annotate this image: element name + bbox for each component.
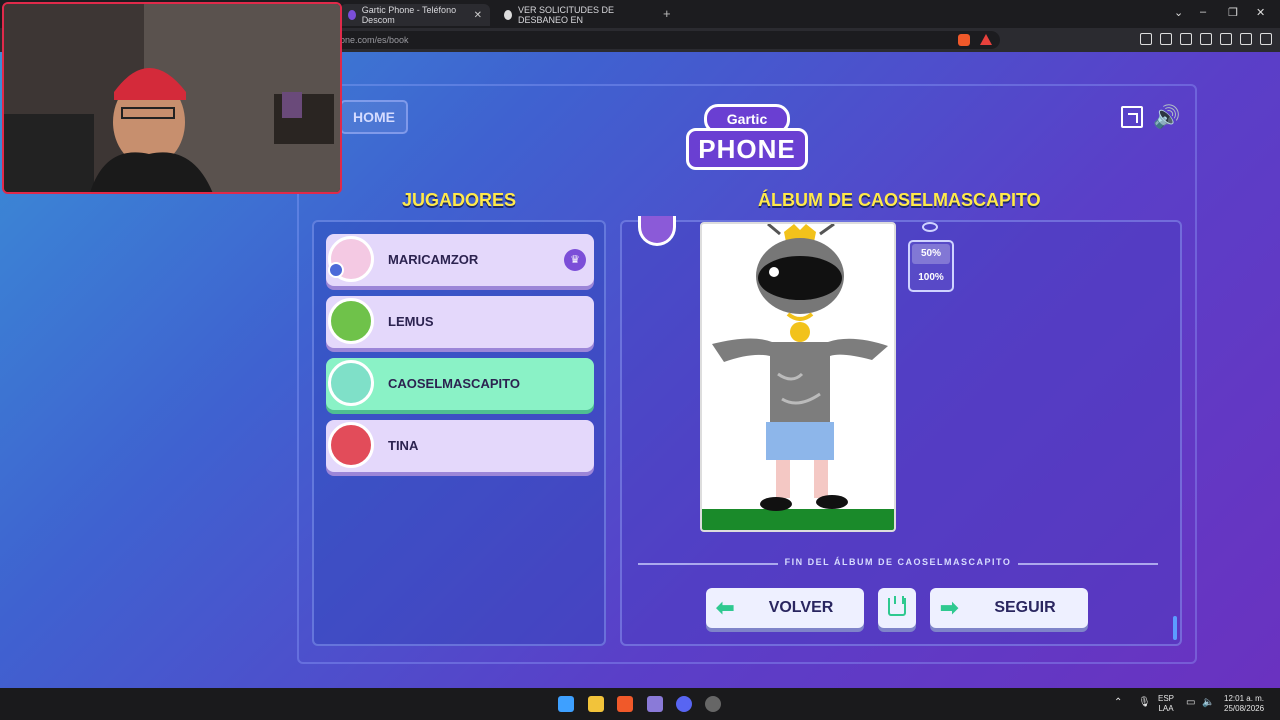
wallet-icon[interactable]	[1200, 33, 1212, 45]
webcam-feed	[4, 4, 340, 192]
players-panel: MARICAMZOR ♛ LEMUS CAOSELMASCAPITO TINA	[312, 220, 606, 646]
player-card-lemus[interactable]: LEMUS	[326, 296, 594, 348]
album-title: ÁLBUM DE CAOSELMASCAPITO	[758, 190, 1041, 210]
zoom-50-option[interactable]: 50%	[912, 244, 950, 264]
tab-label: Gartic Phone - Teléfono Descom	[361, 5, 457, 25]
brave-rewards-icon[interactable]	[980, 34, 992, 45]
player-name: TINA	[388, 438, 419, 453]
drawing-illustration	[702, 224, 894, 530]
chevron-down-icon[interactable]: ⌄	[1174, 6, 1183, 19]
language-indicator[interactable]: ESP LAA	[1158, 694, 1174, 714]
divider	[1018, 563, 1158, 565]
gartic-phone-logo: Gartic PHONE	[686, 98, 808, 174]
player-name: MARICAMZOR	[388, 252, 479, 267]
player-name: LEMUS	[388, 314, 434, 329]
discord-icon[interactable]	[676, 696, 692, 712]
album-end-text: FIN DEL ÁLBUM DE CAOSELMASCAPITO	[784, 557, 1012, 567]
extensions-icon[interactable]	[1140, 33, 1152, 45]
webcam-overlay	[2, 2, 342, 194]
sidebar-icon[interactable]	[1180, 33, 1192, 45]
eye-icon[interactable]	[922, 222, 938, 232]
brave-shields-icon[interactable]	[958, 34, 970, 46]
minimize-icon[interactable]: –	[1200, 6, 1206, 18]
zoom-selector: 50% 100%	[908, 240, 954, 292]
extensions-toolbar	[1140, 33, 1272, 45]
player-card-maricamzor[interactable]: MARICAMZOR ♛	[326, 234, 594, 286]
url-field[interactable]: one.com/es/book	[320, 31, 1000, 49]
network-icon[interactable]: ▭	[1186, 698, 1195, 708]
back-label: VOLVER	[768, 599, 834, 616]
arrow-left-icon: ⬅	[716, 595, 735, 620]
clock[interactable]: 12:01 a. m. 25/08/2026	[1224, 694, 1264, 714]
player-card-tina[interactable]: TINA	[326, 420, 594, 472]
back-button[interactable]: ⬅ VOLVER	[706, 588, 864, 628]
windows-taskbar: ⌃ 🎙 ESP LAA ▭ 🔈 12:01 a. m. 25/08/2026	[0, 688, 1280, 720]
sound-icon[interactable]: 🔊	[1153, 104, 1183, 130]
avatar	[328, 422, 374, 468]
vpn-icon[interactable]	[1240, 33, 1252, 45]
player-card-caoselmascapito[interactable]: CAOSELMASCAPITO	[326, 358, 594, 410]
game-controller-icon[interactable]	[647, 696, 663, 712]
next-button[interactable]: ➡ SEGUIR	[930, 588, 1088, 628]
fullscreen-icon[interactable]	[1121, 106, 1143, 128]
window-close-icon[interactable]: ✕	[1256, 6, 1265, 19]
start-icon[interactable]	[558, 696, 574, 712]
google-favicon-icon	[504, 10, 512, 20]
chevron-up-icon[interactable]: ⌃	[1114, 698, 1122, 708]
microphone-icon[interactable]: 🎙	[1138, 698, 1151, 708]
download-icon	[888, 596, 906, 616]
file-explorer-icon[interactable]	[588, 696, 604, 712]
download-button[interactable]	[878, 588, 916, 628]
tab-label: VER SOLICITUDES DE DESBANEO EN	[517, 5, 614, 25]
host-icon	[328, 262, 344, 278]
next-label: SEGUIR	[994, 599, 1056, 616]
zoom-100-option[interactable]: 100%	[912, 268, 950, 288]
tab-gartic-phone[interactable]: Gartic Phone - Teléfono Descom ✕	[340, 4, 490, 26]
avatar	[328, 298, 374, 344]
close-icon[interactable]: ✕	[474, 10, 482, 21]
volume-icon[interactable]: 🔈	[1202, 698, 1214, 708]
avatar	[328, 360, 374, 406]
media-icon[interactable]	[1160, 33, 1172, 45]
gartic-favicon-icon	[348, 10, 356, 20]
album-drawing	[700, 222, 896, 532]
chrome-icon[interactable]	[705, 696, 721, 712]
tab-solicitudes[interactable]: VER SOLICITUDES DE DESBANEO EN	[496, 4, 656, 26]
new-tab-icon[interactable]: +	[663, 6, 671, 21]
scrollbar[interactable]	[1173, 616, 1177, 640]
divider	[638, 563, 778, 565]
url-text: one.com/es/book	[340, 35, 409, 45]
player-name: CAOSELMASCAPITO	[388, 376, 520, 391]
leo-icon[interactable]	[1220, 33, 1232, 45]
crown-icon: ♛	[564, 249, 586, 271]
menu-icon[interactable]	[1260, 33, 1272, 45]
players-title: JUGADORES	[402, 190, 517, 210]
home-button[interactable]: HOME	[340, 100, 408, 134]
maximize-icon[interactable]: ❐	[1228, 6, 1238, 19]
arrow-right-icon: ➡	[940, 595, 959, 620]
brave-browser-icon[interactable]	[617, 696, 633, 712]
